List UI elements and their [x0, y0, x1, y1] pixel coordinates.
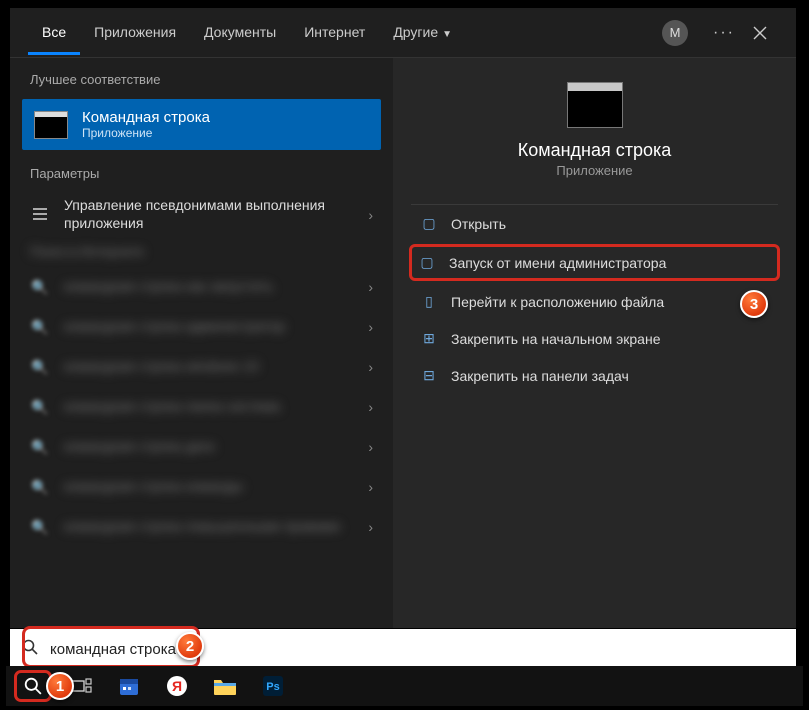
web-result[interactable]: 🔍командная строка папка система› — [10, 387, 393, 427]
tab-all[interactable]: Все — [28, 10, 80, 55]
settings-label: Параметры — [10, 162, 393, 189]
results-list: Лучшее соответствие Командная строка При… — [10, 58, 393, 628]
search-bar[interactable] — [10, 629, 796, 669]
taskbar-calendar[interactable] — [110, 670, 148, 702]
web-results-label: Поиск в Интернете — [10, 240, 393, 267]
best-match-label: Лучшее соответствие — [10, 68, 393, 95]
pin-taskbar-icon: ⊟ — [419, 367, 439, 384]
settings-list-icon — [30, 207, 50, 223]
settings-item-aliases[interactable]: Управление псевдонимами выполнения прило… — [10, 189, 393, 240]
close-button[interactable] — [742, 15, 778, 51]
web-result[interactable]: 🔍командная строка windows 10› — [10, 347, 393, 387]
chevron-right-icon: › — [368, 479, 373, 495]
open-icon: ▢ — [419, 215, 439, 232]
folder-icon — [213, 676, 237, 696]
search-panel: Все Приложения Документы Интернет Другие… — [10, 8, 796, 628]
tab-more[interactable]: Другие▼ — [379, 10, 466, 55]
web-result[interactable]: 🔍командная строка повышенными правами› — [10, 507, 393, 547]
app-title: Командная строка — [411, 140, 778, 161]
search-icon: 🔍 — [30, 519, 50, 536]
filter-tabs: Все Приложения Документы Интернет Другие… — [10, 8, 796, 58]
more-options-button[interactable]: ··· — [706, 15, 742, 51]
chevron-right-icon: › — [368, 399, 373, 415]
chevron-right-icon: › — [368, 279, 373, 295]
user-avatar[interactable]: M — [662, 20, 688, 46]
web-result[interactable]: 🔍командная строка команды› — [10, 467, 393, 507]
photoshop-icon: Ps — [262, 675, 284, 697]
callout-badge-3: 3 — [740, 290, 768, 318]
best-match-title: Командная строка — [82, 109, 210, 126]
search-icon — [10, 639, 50, 660]
search-input[interactable] — [50, 641, 796, 658]
search-icon: 🔍 — [30, 319, 50, 336]
tab-apps[interactable]: Приложения — [80, 10, 190, 55]
chevron-right-icon: › — [368, 319, 373, 335]
chevron-right-icon: › — [368, 207, 373, 223]
web-result[interactable]: 🔍командная строка диск› — [10, 427, 393, 467]
pin-start-icon: ⊞ — [419, 330, 439, 347]
cmd-icon — [34, 111, 68, 139]
calendar-icon — [118, 675, 140, 697]
search-icon: 🔍 — [30, 279, 50, 296]
app-thumbnail-icon — [567, 82, 623, 128]
svg-text:Я: Я — [172, 678, 182, 694]
admin-shield-icon: ▢ — [417, 254, 437, 271]
search-icon: 🔍 — [30, 479, 50, 496]
search-icon: 🔍 — [30, 399, 50, 416]
folder-icon: ▯ — [419, 293, 439, 310]
taskbar-explorer[interactable] — [206, 670, 244, 702]
taskbar: Я Ps — [6, 666, 803, 706]
yandex-icon: Я — [166, 675, 188, 697]
taskbar-yandex[interactable]: Я — [158, 670, 196, 702]
chevron-right-icon: › — [368, 439, 373, 455]
chevron-right-icon: › — [368, 519, 373, 535]
close-icon — [753, 26, 767, 40]
taskbar-photoshop[interactable]: Ps — [254, 670, 292, 702]
search-icon — [24, 677, 42, 695]
preview-pane: Командная строка Приложение ▢ Открыть ▢ … — [393, 58, 796, 628]
best-match-subtitle: Приложение — [82, 126, 210, 140]
action-run-as-admin[interactable]: ▢ Запуск от имени администратора — [409, 244, 780, 281]
chevron-right-icon: › — [368, 359, 373, 375]
tab-documents[interactable]: Документы — [190, 10, 290, 55]
chevron-down-icon: ▼ — [442, 29, 452, 40]
best-match-result[interactable]: Командная строка Приложение — [22, 99, 381, 150]
search-icon: 🔍 — [30, 359, 50, 376]
search-icon: 🔍 — [30, 439, 50, 456]
callout-badge-2: 2 — [176, 632, 204, 660]
action-pin-start[interactable]: ⊞ Закрепить на начальном экране — [411, 320, 778, 357]
app-subtitle: Приложение — [411, 163, 778, 178]
action-pin-taskbar[interactable]: ⊟ Закрепить на панели задач — [411, 357, 778, 394]
callout-badge-1: 1 — [46, 672, 74, 700]
web-result[interactable]: 🔍командная строка как запустить› — [10, 267, 393, 307]
tab-web[interactable]: Интернет — [290, 10, 379, 55]
svg-text:Ps: Ps — [266, 681, 279, 693]
web-result[interactable]: 🔍командная строка администратор› — [10, 307, 393, 347]
action-open-location[interactable]: ▯ Перейти к расположению файла — [411, 283, 778, 320]
action-open[interactable]: ▢ Открыть — [411, 205, 778, 242]
